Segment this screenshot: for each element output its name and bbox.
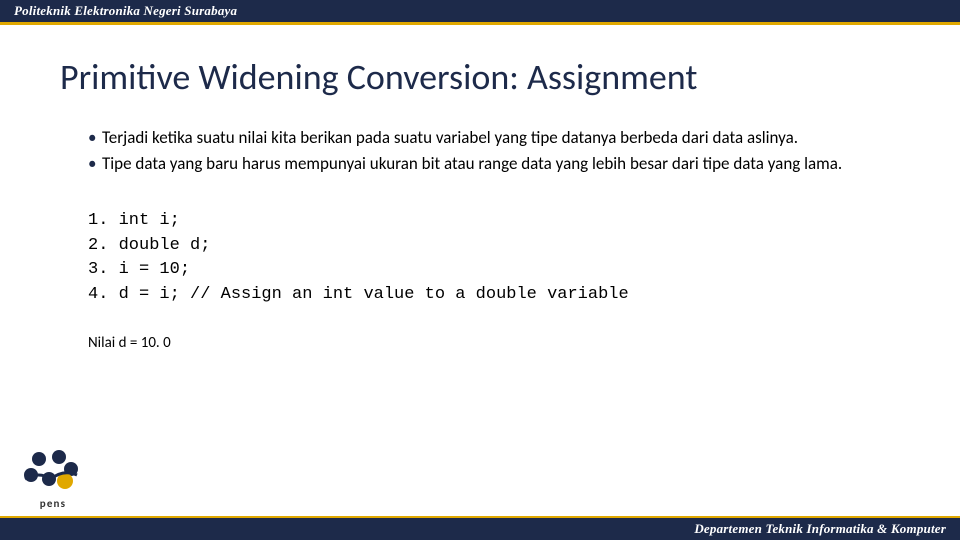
- bullet-item: Terjadi ketika suatu nilai kita berikan …: [88, 127, 880, 149]
- header-institution: Politeknik Elektronika Negeri Surabaya: [14, 3, 237, 19]
- code-block: 1. int i; 2. double d; 3. i = 10; 4. d =…: [88, 209, 900, 308]
- footer-department: Departemen Teknik Informatika & Komputer: [694, 521, 946, 537]
- bullet-item: Tipe data yang baru harus mempunyai ukur…: [88, 153, 880, 175]
- logo: pens: [8, 449, 98, 510]
- pens-logo-icon: [19, 449, 87, 495]
- code-line: 1. int i;: [88, 211, 180, 230]
- code-line: 4. d = i; // Assign an int value to a do…: [88, 285, 629, 304]
- header-bar: Politeknik Elektronika Negeri Surabaya: [0, 0, 960, 22]
- logo-label: pens: [40, 497, 67, 510]
- slide-container: Politeknik Elektronika Negeri Surabaya P…: [0, 0, 960, 540]
- footer-bar: Departemen Teknik Informatika & Komputer: [0, 518, 960, 540]
- code-line: 2. double d;: [88, 236, 210, 255]
- code-line: 3. i = 10;: [88, 260, 190, 279]
- result-text: Nilai d = 10. 0: [88, 334, 900, 352]
- slide-title: Primitive Widening Conversion: Assignmen…: [60, 55, 900, 99]
- bullet-list: Terjadi ketika suatu nilai kita berikan …: [88, 127, 880, 175]
- content-area: Primitive Widening Conversion: Assignmen…: [0, 25, 960, 540]
